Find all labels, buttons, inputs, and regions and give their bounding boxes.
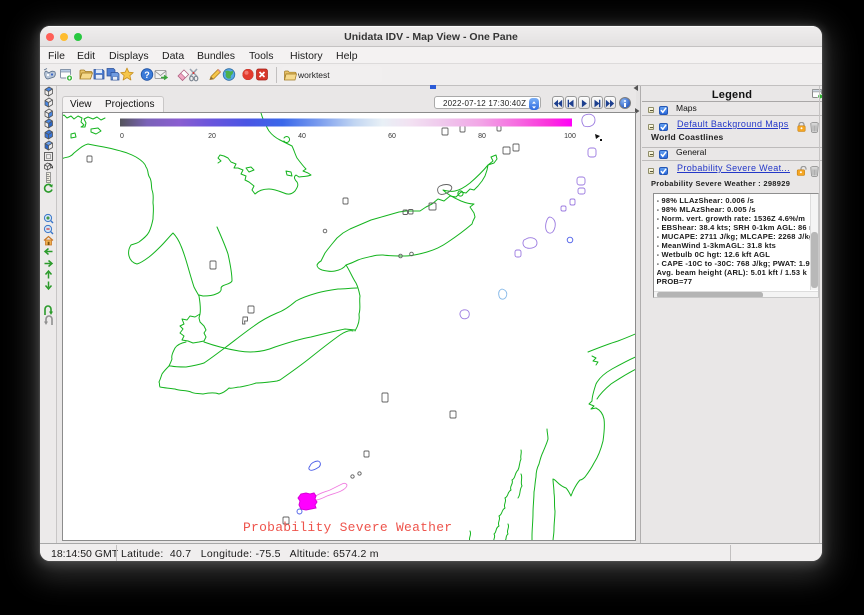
svg-text:80: 80 [478, 133, 486, 140]
svg-text:40: 40 [298, 133, 306, 140]
svg-text:60: 60 [388, 133, 396, 140]
svg-text:Probability Severe Weather: Probability Severe Weather [243, 520, 452, 535]
svg-text:20: 20 [208, 133, 216, 140]
svg-text:?: ? [145, 70, 151, 80]
svg-text:0: 0 [120, 133, 124, 140]
svg-text:100: 100 [564, 133, 576, 140]
